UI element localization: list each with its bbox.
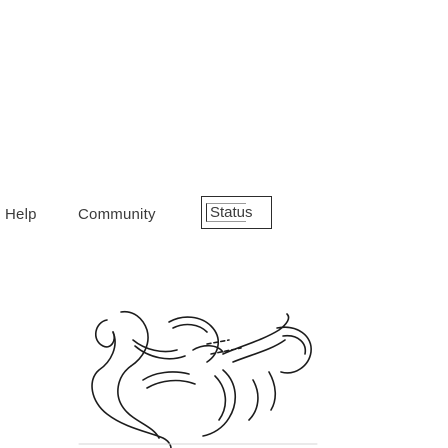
page: Help Community Status	[0, 0, 448, 448]
nav-help-link[interactable]: Help	[5, 205, 37, 225]
status-link-label: Status	[210, 204, 253, 221]
status-link-focused[interactable]: Status	[201, 196, 272, 229]
line-art-illustration-icon	[78, 310, 318, 448]
nav-community-link[interactable]: Community	[78, 205, 156, 225]
